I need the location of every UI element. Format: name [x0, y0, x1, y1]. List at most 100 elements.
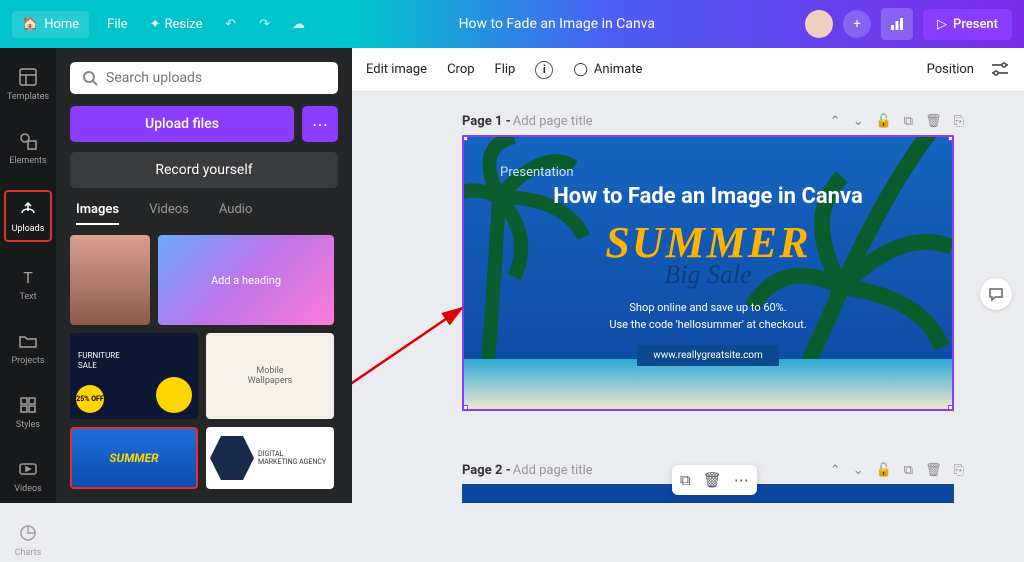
page-1-label: Page 1 - [462, 114, 511, 129]
rail-uploads[interactable]: Uploads [4, 190, 52, 242]
delete-icon[interactable]: 🗑 [925, 114, 942, 129]
animate-icon: ◯ [573, 62, 588, 77]
lock-icon[interactable]: 🔓 [876, 463, 892, 478]
palette-icon [17, 394, 39, 416]
move-down-icon[interactable]: ⌄ [853, 463, 864, 478]
rail-templates[interactable]: Templates [4, 62, 52, 106]
page-1-title-input[interactable]: Add page title [513, 114, 593, 129]
rail-styles[interactable]: Styles [4, 390, 52, 434]
home-label: Home [44, 17, 79, 32]
position-button[interactable]: Position [927, 62, 974, 77]
thumb-label: Add a heading [211, 274, 281, 287]
add-page-icon[interactable]: ⎘ [954, 463, 964, 478]
templates-icon [17, 66, 39, 88]
rail-charts[interactable]: Charts [4, 518, 52, 562]
rail-label: Uploads [12, 224, 45, 234]
thumbnail-agency[interactable]: DIGITALMARKETING AGENCY [206, 427, 334, 489]
rail-videos[interactable]: Videos [4, 454, 52, 498]
avatar[interactable] [805, 10, 833, 38]
thumbnail-gradient[interactable]: Add a heading [158, 235, 334, 325]
present-label: Present [953, 17, 998, 32]
search-icon [82, 70, 98, 86]
upload-tabs: Images Videos Audio [70, 202, 338, 235]
undo-icon[interactable]: ↶ [221, 17, 241, 32]
rail-text[interactable]: TText [4, 262, 52, 306]
page-2-title-input[interactable]: Add page title [513, 463, 593, 478]
page-2-label: Page 2 - [462, 463, 511, 478]
delete-button[interactable]: 🗑 [703, 471, 722, 489]
video-icon [17, 458, 39, 480]
search-input[interactable] [106, 70, 326, 86]
duplicate-button[interactable]: ⧉ [680, 471, 691, 489]
rail-label: Videos [14, 484, 42, 494]
search-box[interactable] [70, 62, 338, 94]
charts-icon [17, 522, 39, 544]
home-button[interactable]: 🏠 Home [12, 11, 89, 38]
rail-projects[interactable]: Projects [4, 326, 52, 370]
analytics-button[interactable] [881, 8, 913, 40]
page-2-tools: ⌃ ⌄ 🔓 ⧉ 🗑 ⎘ [830, 463, 964, 478]
shop-text: Shop online and save up to 60%.Use the c… [464, 300, 952, 333]
upload-files-button[interactable]: Upload files [70, 106, 294, 142]
tab-videos[interactable]: Videos [149, 202, 189, 225]
lock-icon[interactable]: 🔓 [876, 114, 892, 129]
edit-image-button[interactable]: Edit image [366, 62, 427, 77]
cloud-sync-icon: ☁ [289, 17, 309, 32]
beach-horizon [464, 359, 952, 409]
crop-button[interactable]: Crop [447, 62, 474, 77]
presentation-label: Presentation [464, 165, 952, 180]
thumbnail-wallpapers[interactable]: MobileWallpapers [206, 333, 334, 419]
rail-label: Elements [9, 156, 46, 166]
resize-handle-br[interactable] [948, 405, 954, 411]
move-up-icon[interactable]: ⌃ [830, 463, 841, 478]
record-yourself-button[interactable]: Record yourself [70, 152, 338, 188]
duplicate-icon[interactable]: ⧉ [904, 463, 913, 478]
slide-title: How to Fade an Image in Canva [464, 184, 952, 209]
uploads-icon [17, 198, 39, 220]
resize-handle-tl[interactable] [462, 135, 468, 141]
comment-button[interactable] [980, 278, 1012, 310]
more-button[interactable]: ⋯ [734, 471, 749, 489]
page-1-tools: ⌃ ⌄ 🔓 ⧉ 🗑 ⎘ [830, 114, 964, 129]
document-title[interactable]: How to Fade an Image in Canva [309, 16, 806, 32]
duplicate-icon[interactable]: ⧉ [904, 114, 913, 129]
animate-button[interactable]: ◯Animate [573, 62, 642, 77]
rail-label: Projects [12, 356, 45, 366]
thumb-text: FURNITURESALE [78, 351, 120, 372]
delete-icon[interactable]: 🗑 [925, 463, 942, 478]
tab-audio[interactable]: Audio [219, 202, 252, 225]
transparency-icon[interactable] [990, 61, 1010, 79]
info-icon[interactable]: i [535, 61, 553, 79]
add-page-icon[interactable]: ⎘ [954, 114, 964, 129]
file-menu[interactable]: File [103, 11, 131, 38]
thumbnail-summer[interactable]: SUMMER [70, 427, 198, 489]
upload-thumbnails: Add a heading FURNITURESALE 25% OFF Mobi… [70, 235, 338, 489]
flip-button[interactable]: Flip [495, 62, 516, 77]
rail-elements[interactable]: Elements [4, 126, 52, 170]
move-down-icon[interactable]: ⌄ [853, 114, 864, 129]
home-icon: 🏠 [22, 17, 38, 32]
topbar-right: + ▷ Present [805, 8, 1012, 40]
add-member-button[interactable]: + [843, 10, 871, 38]
rail-label: Charts [15, 548, 42, 558]
present-button[interactable]: ▷ Present [923, 9, 1012, 40]
upload-more-button[interactable]: ⋯ [302, 106, 338, 142]
website-box: www.reallygreatsite.com [637, 345, 779, 366]
tab-images[interactable]: Images [76, 202, 119, 225]
redo-icon[interactable]: ↷ [255, 17, 275, 32]
thumbnail-furniture[interactable]: FURNITURESALE 25% OFF [70, 333, 198, 419]
thumb-label: SUMMER [109, 451, 158, 465]
resize-handle-tr[interactable] [948, 135, 954, 141]
thumbnail-portrait[interactable] [70, 235, 150, 325]
move-up-icon[interactable]: ⌃ [830, 114, 841, 129]
context-toolbar: Edit image Crop Flip i ◯Animate Position [352, 48, 1024, 92]
resize-handle-bl[interactable] [462, 405, 468, 411]
uploads-panel: Upload files ⋯ Record yourself Images Vi… [56, 48, 352, 503]
rail-label: Styles [16, 420, 40, 430]
page-1-area: Page 1 - Add page title ⌃ ⌄ 🔓 ⧉ 🗑 ⎘ Pres… [352, 92, 1024, 411]
canvas-area: Edit image Crop Flip i ◯Animate Position… [352, 48, 1024, 503]
slide-1[interactable]: Presentation How to Fade an Image in Can… [462, 135, 954, 411]
resize-menu[interactable]: ✦ Resize [146, 11, 207, 38]
bar-chart-icon [889, 16, 905, 32]
slide-content: Presentation How to Fade an Image in Can… [464, 165, 952, 366]
